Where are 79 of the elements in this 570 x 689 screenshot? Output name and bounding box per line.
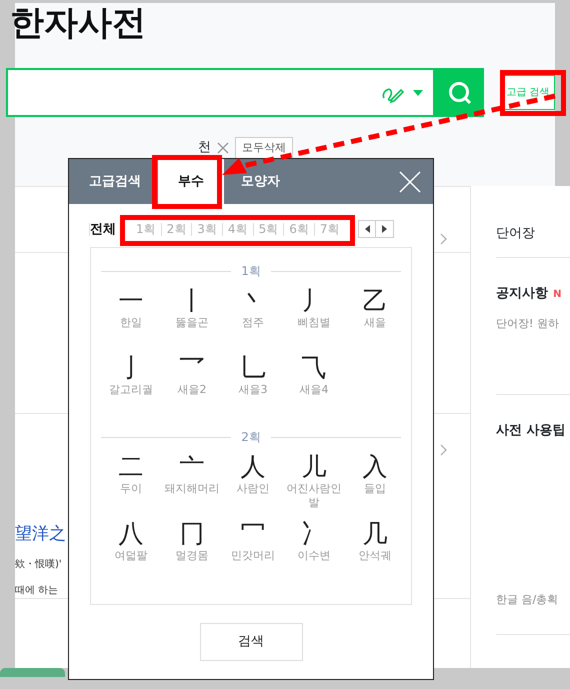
caret-icon: [413, 90, 424, 96]
radical-name[interactable]: 뚫을곤: [162, 316, 222, 330]
close-button[interactable]: [399, 171, 421, 193]
dialog-tab[interactable]: 모양자: [229, 159, 292, 204]
section-heading: 공지사항: [496, 285, 548, 303]
radical-glyph[interactable]: 二: [118, 452, 144, 482]
stroke-filter-tab[interactable]: 4획: [222, 222, 253, 236]
dialog-tab[interactable]: 부수: [158, 159, 224, 204]
stroke-filter-tab[interactable]: 6획: [283, 222, 314, 236]
radical-name[interactable]: 새을: [345, 316, 405, 330]
radical-name[interactable]: 두이: [101, 482, 161, 496]
search-field[interactable]: [6, 68, 436, 117]
close-icon: [217, 142, 229, 154]
stroke-filter-tab[interactable]: 전체: [89, 222, 121, 236]
tip-text: 한글 음/총획: [496, 592, 558, 608]
notice-text[interactable]: 단어장! 원하: [496, 316, 559, 332]
radical-name[interactable]: 점주: [223, 316, 283, 330]
entry-text: 때에 하는: [15, 584, 58, 598]
radical-name[interactable]: 어진사람인발: [284, 482, 344, 510]
highlight-frame: [500, 70, 566, 116]
radical-glyph[interactable]: ⺄: [302, 353, 326, 383]
radical-glyph[interactable]: 冫: [302, 519, 326, 549]
recent-keyword[interactable]: 천: [198, 138, 211, 158]
stroke-filter-tab[interactable]: 1획: [131, 222, 161, 236]
radical-name[interactable]: 새을2: [162, 383, 222, 397]
search-button[interactable]: 검색: [200, 623, 302, 661]
radical-glyph[interactable]: 乛: [180, 353, 204, 383]
radical-glyph[interactable]: 冖: [240, 519, 266, 549]
caret-icon: [382, 225, 388, 233]
radical-name[interactable]: 멀경몸: [162, 549, 222, 563]
radical-glyph[interactable]: 儿: [302, 452, 326, 482]
dialog-tab[interactable]: 고급검색: [77, 159, 153, 204]
highlight-frame: [152, 155, 222, 209]
stroke-filter-tab[interactable]: 5획: [252, 222, 284, 236]
next-button[interactable]: [376, 220, 394, 238]
radical-glyph[interactable]: 一: [118, 286, 144, 316]
stroke-filter-tab[interactable]: 2획: [160, 222, 192, 236]
page-title: 한자사전: [10, 3, 147, 43]
radical-glyph[interactable]: 亠: [180, 452, 204, 482]
radical-name[interactable]: 여덟팔: [101, 549, 161, 563]
section-heading: 1획: [241, 263, 261, 280]
chevron-icon: [440, 233, 448, 245]
new-label: N: [553, 289, 562, 300]
radical-name[interactable]: 사람인: [223, 482, 283, 496]
radical-glyph[interactable]: 八: [118, 519, 144, 549]
radical-glyph[interactable]: 乚: [240, 353, 266, 383]
stroke-filter-tab[interactable]: 7획: [314, 222, 344, 236]
radical-name[interactable]: 삐침별: [284, 316, 344, 330]
radical-glyph[interactable]: 人: [240, 452, 266, 482]
search-button[interactable]: [435, 68, 484, 117]
radical-name[interactable]: 새을3: [223, 383, 283, 397]
close-icon: [399, 171, 421, 193]
radical-name[interactable]: 돼지해머리: [162, 482, 222, 496]
radical-name[interactable]: 새을4: [284, 383, 344, 397]
radical-name[interactable]: 한일: [101, 316, 161, 330]
radical-glyph[interactable]: 丨: [180, 286, 204, 316]
clear-all-button[interactable]: 모두삭제: [235, 137, 293, 159]
caret-icon: [364, 225, 370, 233]
chevron-icon: [440, 444, 448, 456]
radical-glyph[interactable]: 几: [362, 519, 388, 549]
radical-name[interactable]: 들입: [345, 482, 405, 496]
radical-name[interactable]: 이수변: [284, 549, 344, 563]
previous-button[interactable]: [358, 220, 376, 238]
radical-name[interactable]: 갈고리궐: [101, 383, 161, 397]
radical-name[interactable]: 민갓머리: [223, 549, 283, 563]
section-heading: 2획: [241, 429, 261, 446]
radical-name[interactable]: 안석궤: [345, 549, 405, 563]
radical-glyph[interactable]: 亅: [118, 353, 144, 383]
radical-glyph[interactable]: 丶: [240, 286, 266, 316]
radical-glyph[interactable]: 丿: [302, 286, 326, 316]
entry-link[interactable]: 望洋之: [15, 522, 66, 548]
radical-glyph[interactable]: 乙: [362, 286, 388, 316]
wordbook-tab[interactable]: 단어장: [496, 224, 535, 244]
search-icon: [448, 80, 472, 104]
radical-glyph[interactable]: 冂: [180, 519, 204, 549]
stroke-filter-tab[interactable]: 3획: [191, 222, 222, 236]
section-heading: 사전 사용팁: [496, 422, 566, 440]
entry-text: 欸・恨嘆)': [15, 558, 62, 572]
radical-glyph[interactable]: 入: [362, 452, 388, 482]
